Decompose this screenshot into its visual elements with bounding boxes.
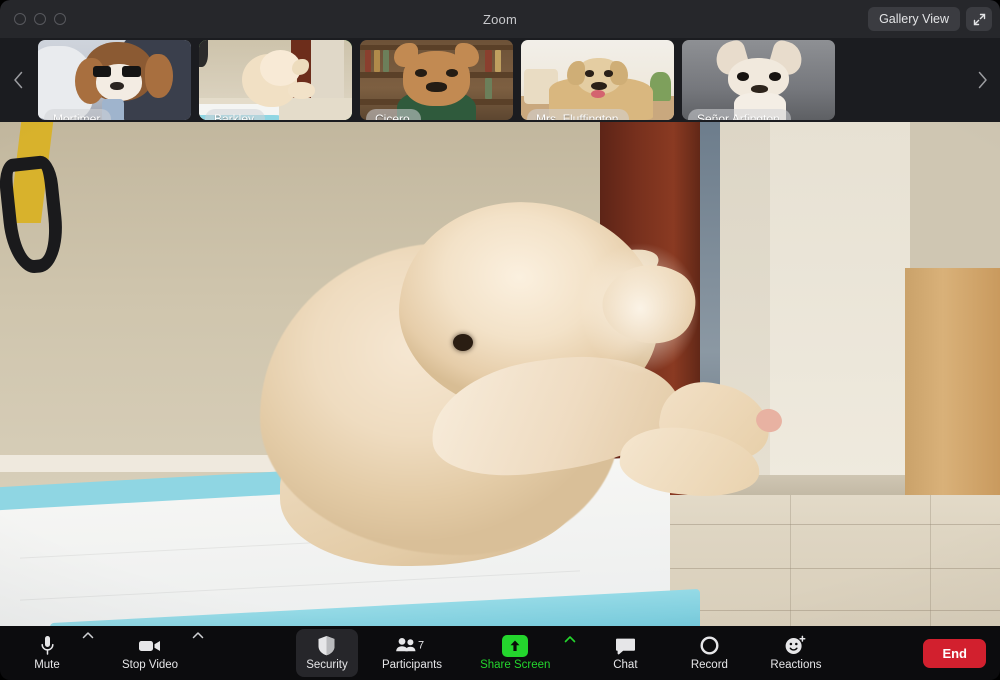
- participant-thumbnail-cicero[interactable]: Cicero: [360, 40, 513, 120]
- participant-thumbnail-senor-arfington[interactable]: Señor Arfington: [682, 40, 835, 120]
- minimize-button[interactable]: [34, 13, 46, 25]
- participants-button[interactable]: 7 Participants: [372, 629, 452, 677]
- expand-diagonal-icon[interactable]: [966, 7, 992, 31]
- window-traffic-lights: [14, 13, 66, 25]
- participant-video-mortimer: [38, 40, 191, 120]
- participant-name-label: Señor Arfington: [688, 109, 791, 120]
- svg-text:7: 7: [418, 640, 424, 652]
- share-screen-control-group: Share Screen: [470, 629, 576, 677]
- share-up-arrow-icon: [502, 634, 529, 657]
- video-options-chevron-up-icon[interactable]: [192, 631, 204, 640]
- scene-far-wall-2: [770, 122, 910, 485]
- maximize-button[interactable]: [54, 13, 66, 25]
- participant-video-cicero: [360, 40, 513, 120]
- share-screen-button[interactable]: Share Screen: [470, 629, 560, 677]
- mute-control-group: Mute: [16, 629, 94, 677]
- mute-button[interactable]: Mute: [16, 629, 78, 677]
- scene-skirting: [0, 454, 280, 473]
- reactions-button[interactable]: Reactions: [760, 629, 831, 677]
- video-control-group: Stop Video: [112, 629, 204, 677]
- stop-video-button[interactable]: Stop Video: [112, 629, 188, 677]
- toolbar-center-group: Security 7 Participants Share Screen Cha…: [295, 629, 832, 677]
- participant-name-label: Mortimer: [44, 109, 112, 120]
- scene-cabinet: [905, 268, 1000, 516]
- participant-thumbnail-barkley[interactable]: Barkley: [199, 40, 352, 120]
- close-button[interactable]: [14, 13, 26, 25]
- people-icon: 7: [395, 635, 429, 657]
- participant-name-label: Mrs. Fluffington: [527, 109, 630, 120]
- toolbar-right-group: End: [923, 638, 1000, 668]
- chat-bubble-icon: [615, 635, 636, 657]
- toolbar-left-group: Mute Stop Video: [16, 629, 204, 677]
- end-meeting-button[interactable]: End: [923, 638, 986, 668]
- chat-button[interactable]: Chat: [594, 629, 656, 677]
- participants-label: Participants: [381, 658, 443, 671]
- filmstrip-thumbnails: Mortimer Barkley Cicero Mrs. Fluffington…: [36, 38, 964, 122]
- puppy-eye: [453, 333, 473, 351]
- zoom-window: Zoom Gallery View Mortimer Barkley Cicer…: [0, 0, 1000, 680]
- share-options-chevron-up-icon[interactable]: [564, 635, 576, 644]
- active-speaker-scene: [0, 122, 1000, 626]
- participant-thumbnail-mrs-fluffington[interactable]: Mrs. Fluffington: [521, 40, 674, 120]
- mute-label: Mute: [34, 658, 60, 671]
- title-bar: Zoom Gallery View: [0, 0, 1000, 38]
- participant-video-senor-arfington: [682, 40, 835, 120]
- participant-filmstrip: Mortimer Barkley Cicero Mrs. Fluffington…: [0, 38, 1000, 122]
- camera-icon: [138, 635, 162, 657]
- title-bar-actions: Gallery View: [868, 0, 992, 38]
- smiley-plus-icon: [784, 635, 807, 657]
- reactions-label: Reactions: [770, 658, 822, 671]
- active-speaker-video[interactable]: [0, 122, 1000, 626]
- record-circle-icon: [699, 635, 720, 657]
- puppy-fur-highlight: [580, 242, 700, 374]
- participant-name-label: Barkley: [205, 109, 266, 120]
- share-screen-label: Share Screen: [480, 658, 551, 671]
- gallery-view-button[interactable]: Gallery View: [868, 7, 960, 31]
- filmstrip-prev-button[interactable]: [0, 38, 36, 122]
- stop-video-label: Stop Video: [122, 658, 179, 671]
- chat-label: Chat: [613, 658, 638, 671]
- participant-name-label: Cicero: [366, 109, 421, 120]
- microphone-icon: [40, 635, 55, 657]
- record-button[interactable]: Record: [678, 629, 740, 677]
- window-title: Zoom: [482, 11, 518, 27]
- security-label: Security: [306, 658, 348, 671]
- meeting-toolbar: Mute Stop Video Security 7 Participants …: [0, 626, 1000, 680]
- participant-thumbnail-mortimer[interactable]: Mortimer: [38, 40, 191, 120]
- participant-video-mrs-fluffington: [521, 40, 674, 120]
- participant-video-barkley: [199, 40, 352, 120]
- record-label: Record: [690, 658, 728, 671]
- shield-icon: [317, 635, 336, 657]
- audio-options-chevron-up-icon[interactable]: [82, 631, 94, 640]
- security-button[interactable]: Security: [295, 629, 358, 677]
- filmstrip-next-button[interactable]: [964, 38, 1000, 122]
